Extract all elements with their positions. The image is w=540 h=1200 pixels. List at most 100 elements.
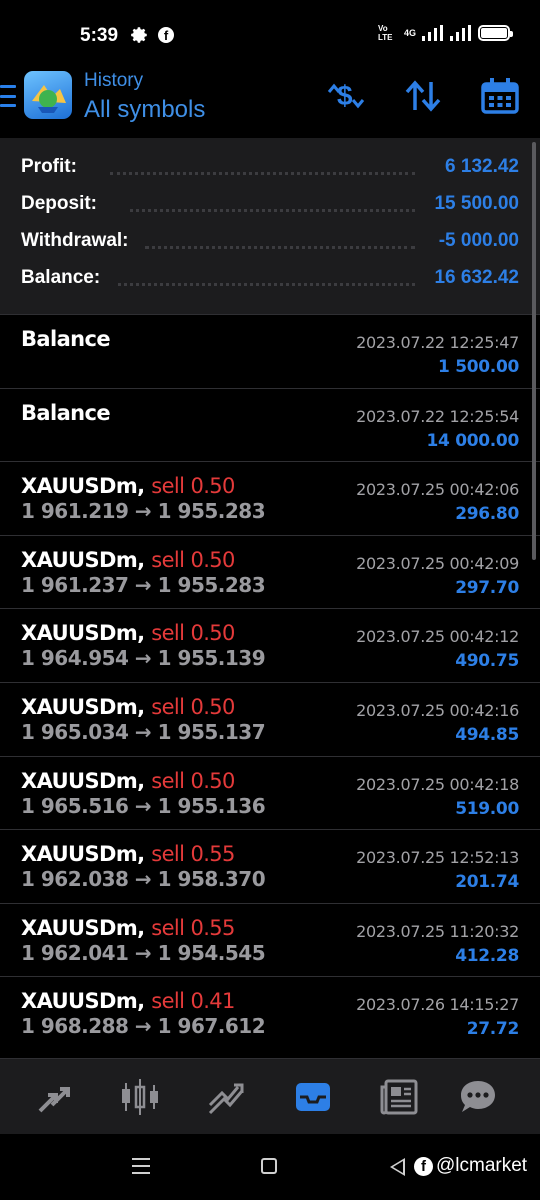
currency-exchange-icon[interactable]: $ bbox=[325, 78, 365, 114]
summary-value: -5 000.00 bbox=[438, 230, 519, 251]
summary-label: Deposit: bbox=[21, 193, 97, 214]
watermark: f @lcmarket bbox=[414, 1155, 527, 1177]
deal-prices: 1 962.038 → 1 958.370 bbox=[21, 867, 266, 892]
deal-symbol: XAUUSDm, sell 0.50 bbox=[21, 768, 235, 793]
watermark-text: @lcmarket bbox=[436, 1155, 528, 1176]
deal-datetime: 2023.07.26 14:15:27 bbox=[356, 995, 519, 1015]
summary-label: Withdrawal: bbox=[21, 230, 129, 251]
dotted-leader bbox=[118, 282, 415, 286]
summary-row-withdrawal: Withdrawal: -5 000.00 bbox=[0, 230, 540, 267]
deal-amount: 490.75 bbox=[455, 651, 519, 672]
app-logo bbox=[24, 71, 72, 119]
deal-row[interactable]: XAUUSDm, sell 0.50 1 961.219 → 1 955.283… bbox=[0, 461, 540, 535]
facebook-icon: f bbox=[158, 27, 174, 43]
deal-amount: 412.28 bbox=[455, 945, 519, 966]
deal-symbol: Balance bbox=[21, 400, 111, 425]
deal-symbol: XAUUSDm, sell 0.50 bbox=[21, 694, 235, 719]
svg-text:$: $ bbox=[337, 80, 353, 111]
summary-value: 6 132.42 bbox=[445, 156, 519, 177]
deal-row[interactable]: XAUUSDm, sell 0.50 1 964.954 → 1 955.139… bbox=[0, 608, 540, 682]
back-icon[interactable] bbox=[390, 1158, 405, 1176]
signal-icon-2 bbox=[450, 25, 471, 41]
deal-row[interactable]: Balance 2023.07.22 12:25:54 14 000.00 bbox=[0, 387, 540, 462]
deal-symbol: XAUUSDm, sell 0.50 bbox=[21, 547, 235, 572]
battery-icon bbox=[478, 25, 513, 41]
deal-amount: 296.80 bbox=[455, 504, 519, 525]
deal-amount: 519.00 bbox=[455, 798, 519, 819]
deal-row[interactable]: XAUUSDm, sell 0.55 1 962.041 → 1 954.545… bbox=[0, 902, 540, 977]
status-indicators: Vo LTE 4G bbox=[377, 24, 513, 42]
dotted-leader bbox=[145, 245, 415, 249]
deal-row[interactable]: XAUUSDm, sell 0.41 1 968.288 → 1 967.612… bbox=[0, 976, 540, 1050]
trend-icon[interactable] bbox=[206, 1077, 246, 1117]
deal-datetime: 2023.07.25 00:42:12 bbox=[356, 627, 519, 647]
deal-row[interactable]: XAUUSDm, sell 0.50 1 965.034 → 1 955.137… bbox=[0, 681, 540, 756]
deal-symbol: XAUUSDm, sell 0.50 bbox=[21, 621, 235, 646]
deal-amount: 1 500.00 bbox=[438, 357, 519, 377]
deal-datetime: 2023.07.22 12:25:54 bbox=[356, 406, 519, 426]
deal-symbol: XAUUSDm, sell 0.50 bbox=[21, 474, 235, 499]
system-nav: f @lcmarket bbox=[0, 1134, 540, 1200]
deal-row[interactable]: XAUUSDm, sell 0.55 1 962.038 → 1 958.370… bbox=[0, 829, 540, 903]
deal-row[interactable]: XAUUSDm, sell 0.50 1 961.237 → 1 955.283… bbox=[0, 534, 540, 609]
app-header: History All symbols $ bbox=[0, 66, 540, 138]
volte-indicator: Vo LTE bbox=[377, 24, 393, 42]
deal-row[interactable]: Balance 2023.07.22 12:25:47 1 500.00 bbox=[0, 314, 540, 388]
summary-value: 15 500.00 bbox=[434, 193, 519, 214]
deal-symbol: XAUUSDm, sell 0.55 bbox=[21, 842, 235, 867]
network-type: 4G bbox=[403, 28, 416, 38]
deal-amount: 27.72 bbox=[466, 1019, 520, 1040]
recent-apps-icon[interactable] bbox=[132, 1158, 150, 1174]
deal-symbol: XAUUSDm, sell 0.55 bbox=[21, 915, 235, 940]
signal-icon bbox=[422, 25, 443, 41]
deal-datetime: 2023.07.22 12:25:47 bbox=[356, 333, 519, 352]
inbox-icon[interactable] bbox=[293, 1077, 333, 1117]
deal-prices: 1 968.288 → 1 967.612 bbox=[21, 1014, 266, 1039]
deal-datetime: 2023.07.25 00:42:06 bbox=[356, 480, 519, 500]
deal-datetime: 2023.07.25 00:42:09 bbox=[356, 553, 519, 573]
deal-prices: 1 965.516 → 1 955.136 bbox=[21, 793, 266, 818]
deal-prices: 1 961.219 → 1 955.283 bbox=[21, 499, 266, 524]
deal-prices: 1 965.034 → 1 955.137 bbox=[21, 719, 266, 744]
deal-amount: 297.70 bbox=[455, 577, 519, 598]
deal-symbol: XAUUSDm, sell 0.41 bbox=[21, 989, 235, 1014]
deal-row[interactable]: XAUUSDm, sell 0.50 1 965.516 → 1 955.136… bbox=[0, 755, 540, 830]
deal-amount: 201.74 bbox=[455, 872, 519, 893]
symbol-filter[interactable]: All symbols bbox=[84, 96, 205, 124]
quotes-arrows-icon[interactable] bbox=[34, 1077, 74, 1117]
page-title: History bbox=[84, 70, 144, 91]
status-bar: 5:39 f Vo LTE 4G bbox=[0, 0, 540, 66]
summary-row-deposit: Deposit: 15 500.00 bbox=[0, 193, 540, 230]
summary-panel: Profit: 6 132.42 Deposit: 15 500.00 With… bbox=[0, 138, 540, 314]
deal-prices: 1 964.954 → 1 955.139 bbox=[21, 646, 266, 671]
status-time: 5:39 bbox=[80, 25, 119, 46]
deal-datetime: 2023.07.25 12:52:13 bbox=[356, 848, 519, 868]
deal-amount: 14 000.00 bbox=[426, 430, 520, 451]
deal-amount: 494.85 bbox=[455, 724, 519, 745]
dotted-leader bbox=[130, 208, 415, 212]
deals-list[interactable]: Balance 2023.07.22 12:25:47 1 500.00 Bal… bbox=[0, 314, 540, 1050]
summary-value: 16 632.42 bbox=[434, 267, 519, 288]
gear-icon bbox=[131, 27, 147, 43]
dotted-leader bbox=[110, 171, 415, 175]
summary-row-balance: Balance: 16 632.42 bbox=[0, 267, 540, 304]
deal-datetime: 2023.07.25 00:42:16 bbox=[356, 700, 519, 720]
calendar-icon[interactable] bbox=[480, 78, 520, 114]
summary-label: Balance: bbox=[21, 267, 101, 288]
deal-datetime: 2023.07.25 11:20:32 bbox=[356, 921, 519, 941]
summary-label: Profit: bbox=[21, 156, 77, 177]
sort-icon[interactable] bbox=[403, 78, 443, 114]
facebook-icon: f bbox=[414, 1156, 433, 1176]
deal-prices: 1 962.041 → 1 954.545 bbox=[21, 940, 266, 965]
deal-prices: 1 961.237 → 1 955.283 bbox=[21, 572, 266, 597]
deal-symbol: Balance bbox=[21, 327, 111, 351]
home-icon[interactable] bbox=[261, 1158, 277, 1174]
bottom-nav bbox=[0, 1058, 540, 1134]
deal-datetime: 2023.07.25 00:42:18 bbox=[356, 774, 519, 794]
newspaper-icon[interactable] bbox=[380, 1077, 420, 1117]
candlestick-icon[interactable] bbox=[120, 1077, 160, 1117]
summary-row-profit: Profit: 6 132.42 bbox=[0, 156, 540, 193]
scrollbar[interactable] bbox=[532, 142, 536, 560]
menu-icon[interactable] bbox=[0, 85, 16, 107]
chat-icon[interactable] bbox=[458, 1077, 498, 1117]
